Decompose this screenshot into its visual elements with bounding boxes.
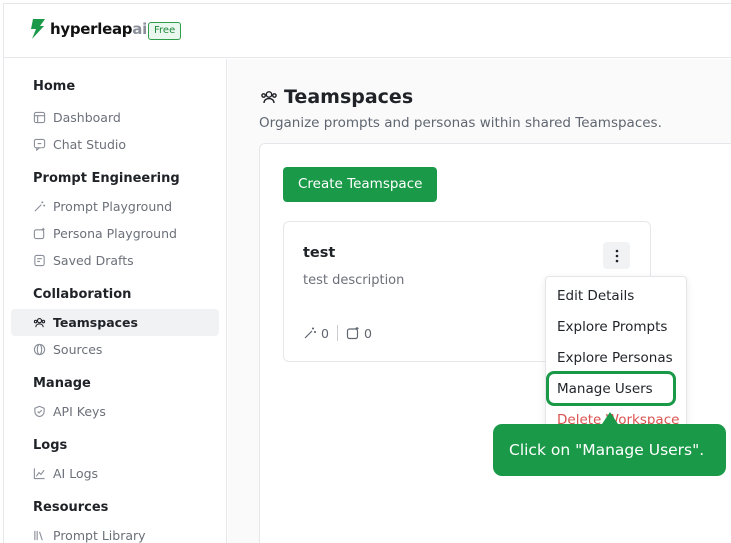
chat-icon xyxy=(33,138,46,151)
magic-wand-icon xyxy=(34,201,46,212)
teamspace-title: test xyxy=(303,245,336,261)
section-title-manage: Manage xyxy=(33,376,91,391)
persona-count: 0 xyxy=(363,325,372,341)
sidebar-item-ai-logs[interactable]: AI Logs xyxy=(11,460,219,487)
library-icon xyxy=(34,530,43,541)
section-title-home: Home xyxy=(33,79,76,94)
menu-item-explore-personas[interactable]: Explore Personas xyxy=(557,350,673,366)
sidebar-item-saved-drafts[interactable]: Saved Drafts xyxy=(11,247,219,274)
brand-name: hyperleapai xyxy=(50,20,147,38)
top-bar: hyperleapai Free xyxy=(4,4,731,58)
teamspace-stats: 0 0 xyxy=(303,325,372,341)
menu-item-explore-prompts[interactable]: Explore Prompts xyxy=(557,319,667,335)
chart-icon xyxy=(33,468,45,480)
shield-icon xyxy=(34,405,45,418)
section-title-collaboration: Collaboration xyxy=(33,287,132,302)
section-title-prompt-engineering: Prompt Engineering xyxy=(33,171,180,186)
sidebar-item-prompt-playground[interactable]: Prompt Playground xyxy=(11,193,219,220)
section-title-resources: Resources xyxy=(33,500,109,515)
sidebar-item-prompt-library[interactable]: Prompt Library xyxy=(11,522,219,543)
plan-badge: Free xyxy=(148,22,182,40)
users-icon xyxy=(33,318,46,328)
section-title-logs: Logs xyxy=(33,438,68,453)
dashboard-icon xyxy=(33,111,46,124)
menu-item-edit-details[interactable]: Edit Details xyxy=(557,288,634,304)
teamspace-description: test description xyxy=(303,273,405,288)
stat-divider xyxy=(336,325,338,341)
magic-wand-icon xyxy=(304,327,316,339)
tooltip-arrow xyxy=(602,412,618,424)
kebab-menu-icon xyxy=(615,249,618,262)
drafts-icon xyxy=(34,254,45,267)
sidebar-item-api-keys[interactable]: API Keys xyxy=(11,398,219,425)
logo[interactable]: hyperleapai xyxy=(29,19,147,39)
bolt-logo-icon xyxy=(31,19,45,39)
guide-tooltip: Click on "Manage Users". xyxy=(493,424,726,476)
manage-users-highlight xyxy=(546,371,676,406)
globe-icon xyxy=(33,343,46,356)
sidebar-item-sources[interactable]: Sources xyxy=(11,336,219,363)
prompt-count: 0 xyxy=(321,325,329,341)
users-icon xyxy=(261,91,277,104)
persona-icon xyxy=(33,227,45,240)
persona-icon xyxy=(346,327,359,340)
sidebar-item-persona-playground[interactable]: Persona Playground xyxy=(11,220,219,247)
sidebar-item-dashboard[interactable]: Dashboard xyxy=(11,104,219,131)
sidebar: Home Dashboard Chat Studio Prompt Engine… xyxy=(4,59,227,543)
app-frame: hyperleapai Free Home Dashboard Chat Stu… xyxy=(3,3,731,543)
sidebar-item-chat-studio[interactable]: Chat Studio xyxy=(11,131,219,158)
more-options-button[interactable] xyxy=(603,242,630,269)
page-subtitle: Organize prompts and personas within sha… xyxy=(259,115,662,131)
page-title: Teamspaces xyxy=(260,86,413,108)
create-teamspace-button[interactable]: Create Teamspace xyxy=(283,167,438,202)
sidebar-item-teamspaces[interactable]: Teamspaces xyxy=(11,309,219,336)
